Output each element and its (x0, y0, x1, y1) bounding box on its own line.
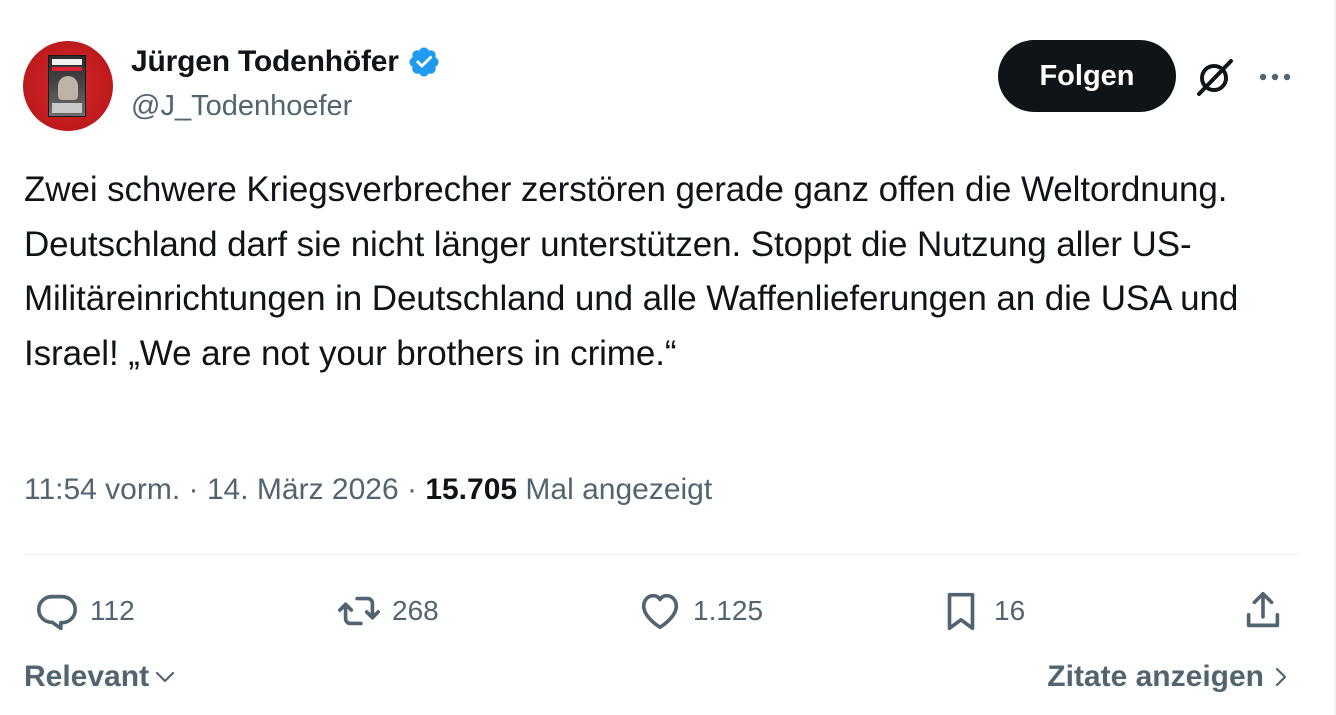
more-icon[interactable] (1255, 65, 1295, 89)
author-name[interactable]: Jürgen Todenhöfer (131, 45, 399, 79)
chevron-down-icon (155, 671, 175, 683)
chevron-right-icon (1275, 667, 1287, 687)
like-icon (641, 593, 679, 630)
views-label: Mal angezeigt (517, 473, 713, 506)
divider (24, 554, 1299, 555)
meta-separator: · (180, 473, 207, 506)
tweet-meta: 11:54 vorm. · 14. März 2026 · 15.705 Mal… (24, 473, 712, 507)
share-icon (1246, 591, 1280, 628)
bookmark-button[interactable]: 16 (938, 588, 1025, 634)
reply-count: 112 (90, 595, 135, 626)
view-quotes-link[interactable]: Zitate anzeigen (1047, 660, 1292, 694)
tweet-time[interactable]: 11:54 vorm. (24, 473, 180, 507)
repost-icon (338, 596, 380, 626)
tweet-date[interactable]: 14. März 2026 (207, 473, 399, 507)
grok-icon[interactable] (1193, 55, 1237, 99)
reply-button[interactable]: 112 (34, 588, 135, 634)
author-name-row: Jürgen Todenhöfer (131, 44, 441, 80)
follow-button[interactable]: Folgen (998, 40, 1176, 112)
reply-icon (36, 594, 78, 631)
bookmark-count: 16 (994, 595, 1026, 626)
repost-button[interactable]: 268 (336, 588, 439, 634)
like-button[interactable]: 1.125 (637, 588, 763, 634)
meta-separator-2: · (398, 473, 426, 506)
sort-dropdown[interactable]: Relevant (24, 660, 177, 694)
view-count: 15.705 (425, 473, 518, 506)
quotes-label: Zitate anzeigen (1047, 660, 1264, 693)
author-handle[interactable]: @J_Todenhoefer (131, 90, 352, 123)
like-count: 1.125 (693, 595, 764, 626)
tweet-text: Zwei schwere Kriegsverbrecher zerstören … (24, 170, 1239, 373)
share-button[interactable] (1240, 588, 1286, 634)
avatar-book-image (48, 55, 86, 117)
verified-badge-icon[interactable] (407, 45, 441, 79)
sort-label: Relevant (24, 660, 150, 693)
repost-count: 268 (392, 595, 439, 626)
avatar[interactable] (23, 41, 113, 131)
bookmark-icon (947, 592, 975, 631)
